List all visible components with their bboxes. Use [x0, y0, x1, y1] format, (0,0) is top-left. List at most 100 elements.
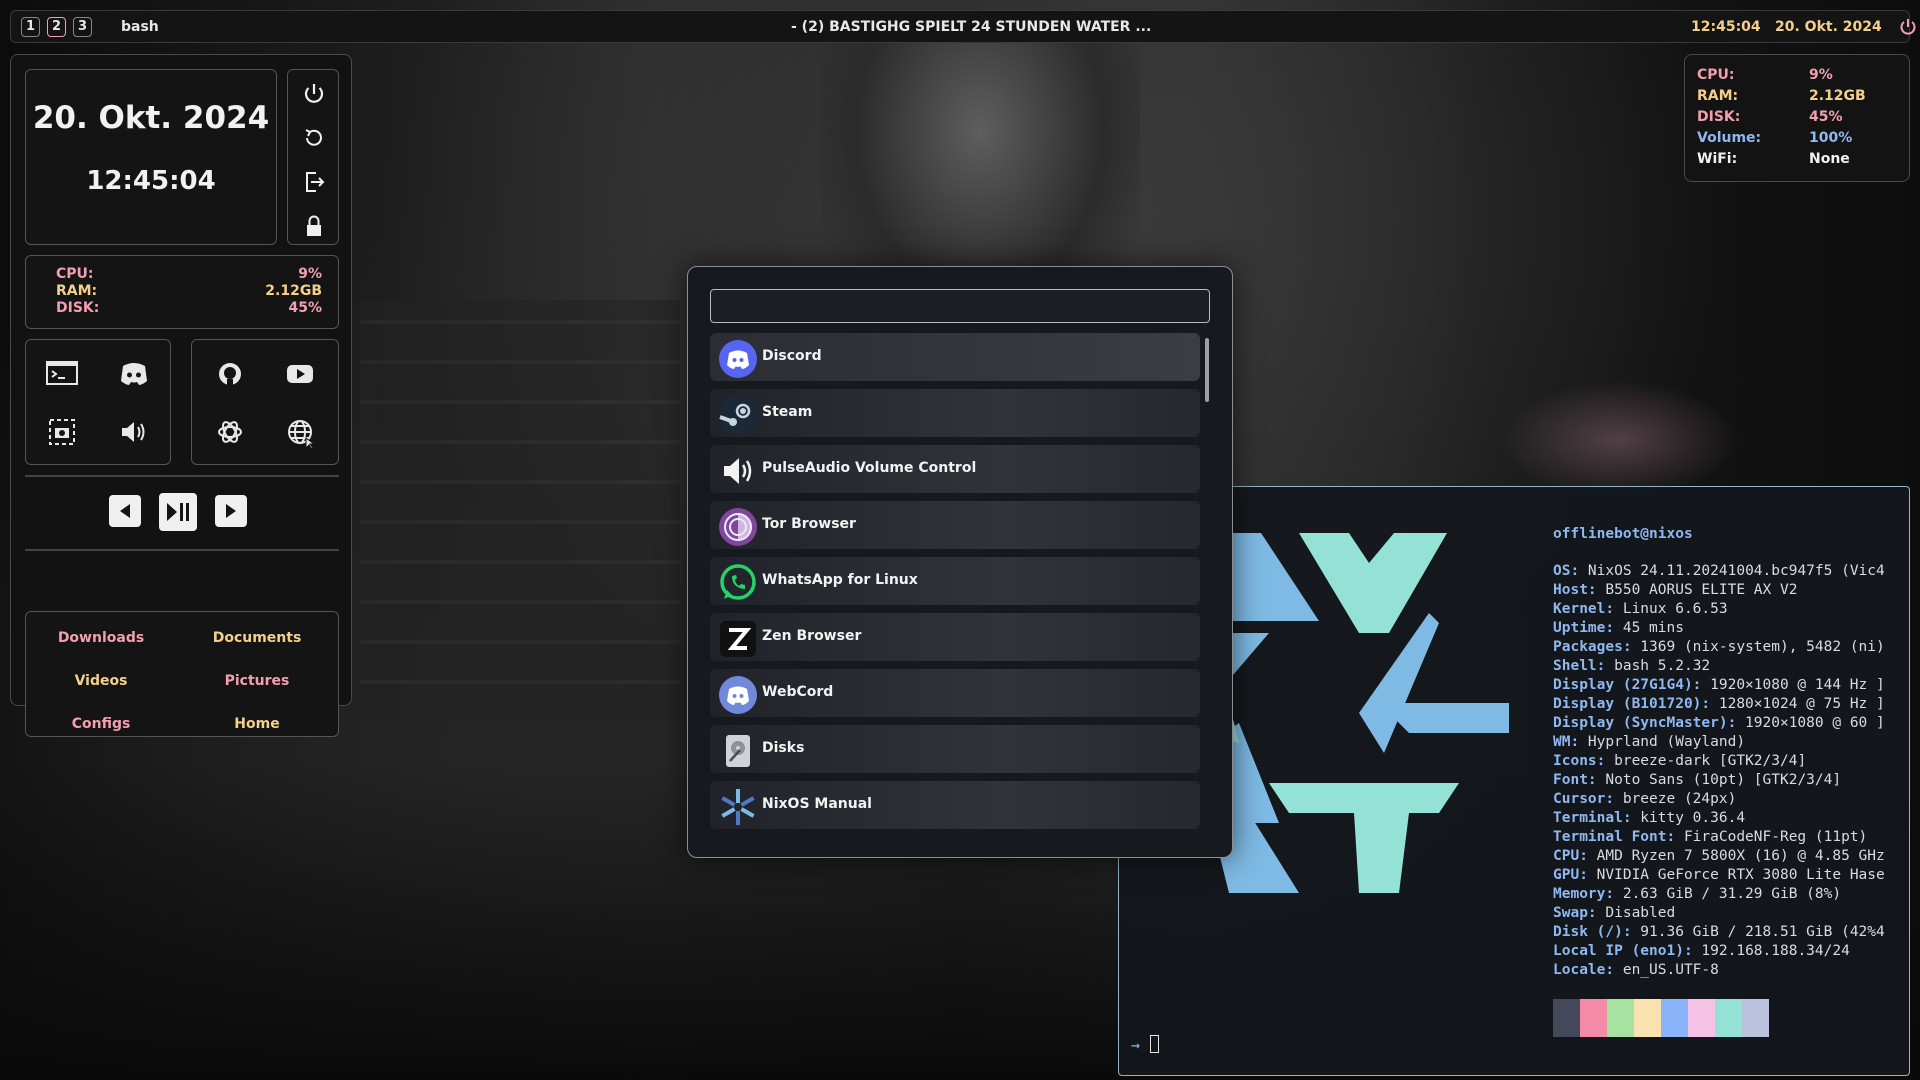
github-icon[interactable]	[206, 350, 254, 398]
launcher-item[interactable]: Tor Browser	[710, 501, 1200, 549]
fetch-line: Terminal Font: FiraCodeNF-Reg (11pt)	[1553, 828, 1903, 847]
topbar-date: 20. Okt. 2024	[1775, 19, 1882, 35]
shell-prompt[interactable]: →	[1131, 1035, 1160, 1054]
fetch-line: Swap: Disabled	[1553, 904, 1903, 923]
terminal-icon[interactable]	[38, 350, 86, 398]
fetch-line: Memory: 2.63 GiB / 31.29 GiB (8%)	[1553, 885, 1903, 904]
fetch-key: Display (SyncMaster):	[1553, 715, 1737, 731]
fetch-key: Cursor:	[1553, 791, 1615, 807]
fetch-value: kitty 0.36.4	[1631, 810, 1746, 826]
fetch-key: GPU:	[1553, 867, 1588, 883]
launcher-item-label: Zen Browser	[762, 628, 862, 644]
restart-icon[interactable]	[296, 120, 332, 156]
launcher-item-label: Disks	[762, 740, 805, 756]
fetch-value: 1920×1080 @ 144 Hz ]	[1701, 677, 1885, 693]
fetch-value: bash 5.2.32	[1605, 658, 1711, 674]
previous-icon[interactable]	[109, 495, 141, 527]
sys-label: WiFi:	[1697, 151, 1738, 167]
nixos-logo	[1209, 533, 1519, 893]
app-shortcuts-right	[191, 339, 339, 465]
active-app: bash	[121, 19, 159, 35]
whatsapp-icon	[718, 563, 758, 603]
launcher-item[interactable]: Disks	[710, 725, 1200, 773]
fetch-key: Display (B101720):	[1553, 696, 1711, 712]
launcher-item[interactable]: NixOS Manual	[710, 781, 1200, 829]
sys-disk: DISK: 45%	[1697, 109, 1897, 127]
sys-value: 100%	[1809, 130, 1853, 146]
stat-value: 45%	[288, 300, 322, 316]
folder-downloads[interactable]: Downloads	[26, 630, 176, 646]
power-icon[interactable]	[1899, 17, 1917, 37]
fetch-line: Icons: breeze-dark [GTK2/3/4]	[1553, 752, 1903, 771]
browser-icon[interactable]	[276, 408, 324, 456]
volume-icon[interactable]	[110, 408, 158, 456]
topbar-clock: 12:45:04	[1691, 19, 1761, 35]
sys-ram: RAM: 2.12GB	[1697, 88, 1897, 106]
launcher-item[interactable]: Discord	[710, 333, 1200, 381]
fetch-key: OS:	[1553, 563, 1580, 579]
wallpaper-glow	[1500, 380, 1740, 500]
fetch-line: CPU: AMD Ryzen 7 5800X (16) @ 4.85 GHz	[1553, 847, 1903, 866]
launcher-item[interactable]: PulseAudio Volume Control	[710, 445, 1200, 493]
launcher-item[interactable]: WhatsApp for Linux	[710, 557, 1200, 605]
stat-ram: RAM: 2.12GB	[56, 283, 322, 300]
launcher-item[interactable]: WebCord	[710, 669, 1200, 717]
terminal-window[interactable]: offlinebot@nixos OS: NixOS 24.11.2024100…	[1118, 486, 1910, 1076]
launcher-scrollbar[interactable]	[1205, 338, 1209, 402]
fetch-value: 1369 (nix-system), 5482 (ni)	[1631, 639, 1885, 655]
fetch-key: Icons:	[1553, 753, 1606, 769]
fetch-lines: OS: NixOS 24.11.20241004.bc947f5 (Vic4 Ho…	[1553, 562, 1903, 980]
fetch-line: Local IP (eno1): 192.168.188.34/24	[1553, 942, 1903, 961]
launcher-item-label: NixOS Manual	[762, 796, 872, 812]
discord-icon[interactable]	[110, 350, 158, 398]
launcher-item[interactable]: Zen Browser	[710, 613, 1200, 661]
nixos-icon	[718, 787, 758, 827]
lock-icon[interactable]	[296, 208, 332, 244]
launcher-item-label: Steam	[762, 404, 813, 420]
fastfetch-output: offlinebot@nixos OS: NixOS 24.11.2024100…	[1553, 525, 1903, 980]
logout-icon[interactable]	[296, 164, 332, 200]
folder-home[interactable]: Home	[182, 716, 332, 732]
next-icon[interactable]	[215, 495, 247, 527]
chatgpt-icon[interactable]	[206, 408, 254, 456]
fetch-key: Terminal:	[1553, 810, 1632, 826]
fetch-value: breeze-dark [GTK2/3/4]	[1605, 753, 1807, 769]
system-info-widget: CPU: 9% RAM: 2.12GB DISK: 45% Volume: 10…	[1684, 54, 1910, 182]
workspace-2[interactable]: 2	[47, 17, 66, 37]
fetch-line: Display (27G1G4): 1920×1080 @ 144 Hz ]	[1553, 676, 1903, 695]
window-title: - (2) BASTIGHG SPIELT 24 STUNDEN WATER .…	[791, 19, 1152, 35]
palette-swatch	[1715, 999, 1742, 1037]
folder-documents[interactable]: Documents	[182, 630, 332, 646]
fetch-key: Shell:	[1553, 658, 1606, 674]
fetch-key: Kernel:	[1553, 601, 1615, 617]
sys-label: Volume:	[1697, 130, 1762, 146]
folder-configs[interactable]: Configs	[26, 716, 176, 732]
fetch-line: Display (SyncMaster): 1920×1080 @ 60 ]	[1553, 714, 1903, 733]
sys-wifi: WiFi: None	[1697, 151, 1897, 169]
launcher-item[interactable]: Steam	[710, 389, 1200, 437]
fetch-key: Terminal Font:	[1553, 829, 1676, 845]
fetch-line: GPU: NVIDIA GeForce RTX 3080 Lite Hase	[1553, 866, 1903, 885]
app-launcher: Discord Steam PulseAudio Volume Control Tor…	[687, 266, 1233, 858]
power-icon[interactable]	[296, 76, 332, 112]
palette-swatch	[1742, 999, 1769, 1037]
launcher-search-input[interactable]	[710, 289, 1210, 323]
folder-pictures[interactable]: Pictures	[182, 673, 332, 689]
stat-label: RAM:	[56, 283, 98, 299]
fetch-value: Disabled	[1596, 905, 1676, 921]
screenshot-icon[interactable]	[38, 408, 86, 456]
fetch-value: en_US.UTF-8	[1614, 962, 1719, 978]
fetch-line: Packages: 1369 (nix-system), 5482 (ni)	[1553, 638, 1903, 657]
youtube-icon[interactable]	[276, 350, 324, 398]
speaker-icon	[718, 451, 758, 491]
workspace-1[interactable]: 1	[21, 17, 40, 37]
color-palette	[1553, 999, 1769, 1037]
play-pause-icon[interactable]	[159, 493, 197, 531]
fetch-key: Packages:	[1553, 639, 1632, 655]
launcher-item-label: WebCord	[762, 684, 834, 700]
palette-swatch	[1580, 999, 1607, 1037]
prompt-arrow: →	[1131, 1036, 1141, 1054]
fetch-key: Memory:	[1553, 886, 1615, 902]
workspace-3[interactable]: 3	[73, 17, 92, 37]
folder-videos[interactable]: Videos	[26, 673, 176, 689]
